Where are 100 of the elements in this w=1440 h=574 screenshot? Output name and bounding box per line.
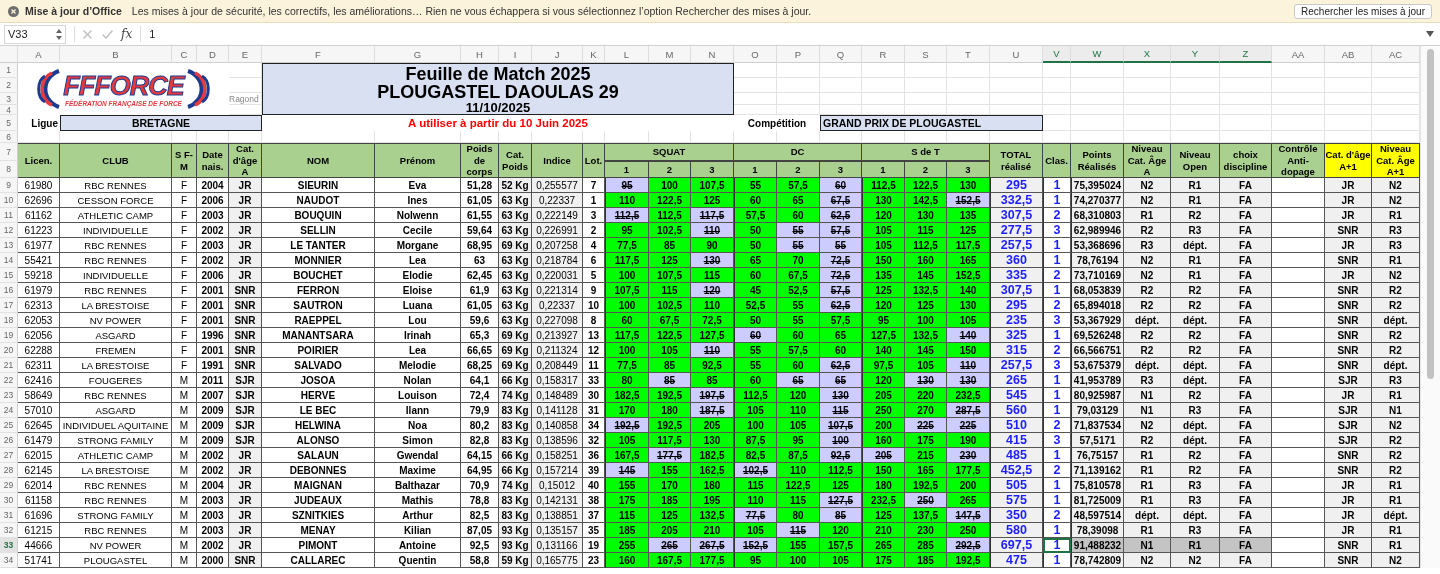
row-header[interactable]: 28 <box>0 463 18 478</box>
column-header[interactable]: G <box>375 46 461 63</box>
row-header[interactable]: 7 <box>0 143 18 161</box>
row-header[interactable]: 9 <box>0 178 18 193</box>
column-header[interactable]: E <box>229 46 262 63</box>
name-box[interactable]: V33 <box>4 24 66 44</box>
attempt-cell: 170 <box>649 478 691 493</box>
weight-category-cell: 66 Kg <box>499 463 532 478</box>
attempt-cell: 170 <box>605 403 649 418</box>
row-header[interactable]: 24 <box>0 403 18 418</box>
vertical-scrollbar[interactable] <box>1420 46 1440 568</box>
row-header[interactable]: 33 <box>0 538 18 553</box>
row-header[interactable]: 1 <box>0 63 18 78</box>
last-name-cell: MAIGNAN <box>262 478 375 493</box>
attempt-cell: 115 <box>649 283 691 298</box>
scrollbar-thumb[interactable] <box>1427 49 1434 379</box>
column-header[interactable]: F <box>262 46 375 63</box>
row-header[interactable]: 26 <box>0 433 18 448</box>
open-level-cell: R2 <box>1171 388 1220 403</box>
column-header[interactable]: W <box>1071 46 1124 63</box>
row-header[interactable]: 18 <box>0 313 18 328</box>
column-header[interactable]: N <box>691 46 734 63</box>
row-header[interactable]: 23 <box>0 388 18 403</box>
column-header[interactable]: Q <box>820 46 862 63</box>
row-header[interactable]: 21 <box>0 358 18 373</box>
column-header[interactable]: B <box>60 46 172 63</box>
spinner-icon[interactable] <box>56 28 62 40</box>
column-header[interactable]: AA <box>1272 46 1325 63</box>
dropdown-arrow-icon[interactable] <box>1426 31 1434 37</box>
attempt-cell: 185 <box>905 553 947 568</box>
column-header[interactable]: L <box>605 46 649 63</box>
row-header[interactable]: 31 <box>0 508 18 523</box>
sex-cell: F <box>172 328 197 343</box>
birth-year-cell: 2006 <box>197 193 229 208</box>
row-header[interactable]: 15 <box>0 268 18 283</box>
attempt-cell: 125 <box>947 223 990 238</box>
close-icon[interactable] <box>8 5 19 17</box>
column-header[interactable]: AC <box>1372 46 1420 63</box>
row-header[interactable]: 4 <box>0 105 18 115</box>
column-header[interactable]: AB <box>1325 46 1372 63</box>
column-header[interactable]: P <box>777 46 820 63</box>
row-header[interactable]: 27 <box>0 448 18 463</box>
column-header[interactable]: K <box>583 46 605 63</box>
row-header[interactable]: 3 <box>0 93 18 105</box>
row-header[interactable]: 19 <box>0 328 18 343</box>
column-header[interactable]: R <box>862 46 905 63</box>
weight-category-cell: 63 Kg <box>499 283 532 298</box>
row-header[interactable]: 8 <box>0 161 18 178</box>
row-header[interactable]: 32 <box>0 523 18 538</box>
row-header[interactable]: 5 <box>0 115 18 131</box>
column-header[interactable]: I <box>499 46 532 63</box>
points-cell: 74,270377 <box>1071 193 1124 208</box>
formula-field[interactable]: 1 <box>149 28 1418 40</box>
column-header[interactable]: D <box>197 46 229 63</box>
row-header[interactable]: 20 <box>0 343 18 358</box>
row-header[interactable]: 25 <box>0 418 18 433</box>
column-header[interactable]: X <box>1124 46 1171 63</box>
row-header[interactable]: 11 <box>0 208 18 223</box>
cancel-icon[interactable] <box>83 29 92 39</box>
column-header[interactable]: U <box>990 46 1043 63</box>
row-header[interactable]: 2 <box>0 78 18 93</box>
row-header[interactable]: 17 <box>0 298 18 313</box>
attempt-cell: 150 <box>947 343 990 358</box>
level-cell: N1 <box>1124 538 1171 553</box>
row-header[interactable]: 16 <box>0 283 18 298</box>
row-header[interactable]: 30 <box>0 493 18 508</box>
column-header[interactable]: J <box>532 46 583 63</box>
row-header[interactable]: 6 <box>0 131 18 143</box>
column-header[interactable]: Z <box>1220 46 1272 63</box>
column-header[interactable]: O <box>734 46 777 63</box>
row-header[interactable]: 29 <box>0 478 18 493</box>
column-header[interactable]: T <box>947 46 990 63</box>
row-header[interactable]: 34 <box>0 553 18 568</box>
select-all-corner[interactable] <box>0 46 18 63</box>
column-header[interactable]: C <box>172 46 197 63</box>
check-updates-button[interactable]: Rechercher les mises à jour <box>1294 3 1432 19</box>
column-header[interactable]: M <box>649 46 691 63</box>
weight-category-cell: 83 Kg <box>499 433 532 448</box>
points-cell: 48,597514 <box>1071 508 1124 523</box>
check-icon[interactable] <box>102 29 113 39</box>
attempt-cell: 192,5 <box>947 553 990 568</box>
attempt-cell: 205 <box>649 523 691 538</box>
attempt-cell: 160 <box>605 553 649 568</box>
insert-function-button[interactable]: fx <box>121 27 133 41</box>
attempt-cell: 117,5 <box>649 433 691 448</box>
attempt-cell: 60 <box>734 373 777 388</box>
row-header[interactable]: 22 <box>0 373 18 388</box>
column-header[interactable]: S <box>905 46 947 63</box>
age-category-cell: JR <box>229 268 262 283</box>
attempt-cell: 150 <box>862 253 905 268</box>
column-header[interactable]: A <box>18 46 60 63</box>
column-header[interactable]: Y <box>1171 46 1220 63</box>
row-header[interactable]: 14 <box>0 253 18 268</box>
column-header[interactable]: V <box>1043 46 1071 63</box>
row-header[interactable]: 13 <box>0 238 18 253</box>
sex-cell: M <box>172 418 197 433</box>
row-header[interactable]: 12 <box>0 223 18 238</box>
attempt-cell: 77,5 <box>734 508 777 523</box>
row-header[interactable]: 10 <box>0 193 18 208</box>
column-header[interactable]: H <box>461 46 499 63</box>
